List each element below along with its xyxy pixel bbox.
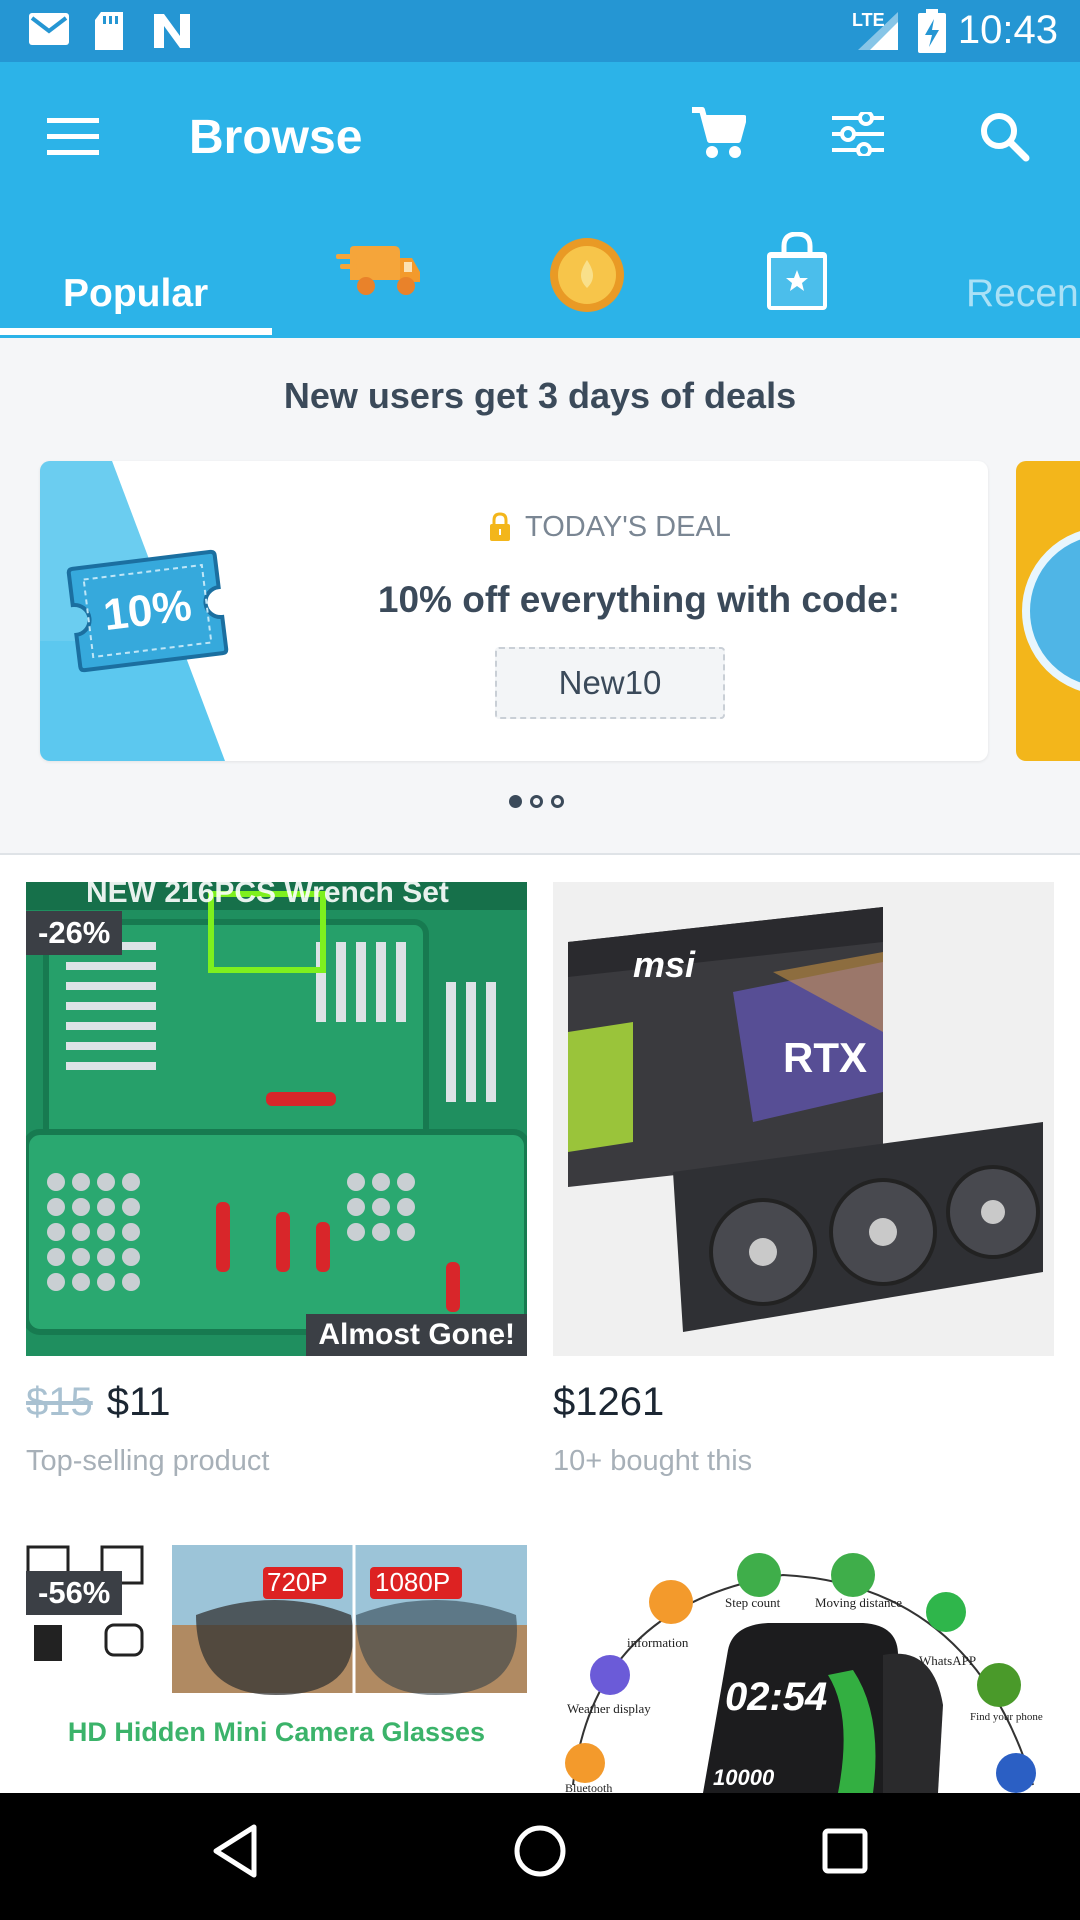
app-bar: Browse Popular Recen: [0, 62, 1080, 338]
menu-icon[interactable]: [47, 116, 99, 156]
filter-icon[interactable]: [832, 112, 884, 156]
recents-icon[interactable]: [820, 1823, 870, 1879]
feature-label: Find your phone: [970, 1711, 1043, 1723]
search-icon[interactable]: [980, 112, 1030, 162]
deal-card[interactable]: 10% TODAY'S DEAL 10% off everything with…: [40, 461, 988, 761]
promo-code[interactable]: New10: [495, 647, 725, 719]
band-time-display: 02:54: [725, 1675, 828, 1719]
deal-title: 10% off everything with code:: [377, 579, 901, 620]
feature-label: WhatsAPP: [919, 1653, 977, 1668]
banner-heading: New users get 3 days of deals: [283, 375, 797, 416]
resolution-label: 1080P: [375, 1567, 451, 1597]
sale-price: $11: [106, 1380, 171, 1424]
original-price: $15: [26, 1380, 93, 1424]
next-deal-card-peek[interactable]: [1016, 461, 1080, 761]
lock-icon: [490, 512, 510, 541]
carousel-dot[interactable]: [509, 795, 522, 808]
page-title: Browse: [189, 111, 363, 164]
system-nav-bar: [0, 1793, 1080, 1920]
product-note: 10+ bought this: [553, 1445, 753, 1477]
feature-label: Weather display: [567, 1701, 651, 1716]
carousel-dot[interactable]: [551, 795, 564, 808]
gmail-icon: [29, 13, 69, 45]
graphics-card-image: msi RTX: [568, 907, 1043, 1332]
feature-label: Step count: [725, 1595, 781, 1610]
home-icon[interactable]: [513, 1823, 567, 1879]
smart-band-image: [565, 1553, 1036, 1793]
signal-icon: [858, 12, 898, 50]
tab-popular[interactable]: Popular: [0, 258, 272, 338]
feature-label: Bluetooth: [565, 1781, 613, 1793]
product-card-smart-band[interactable]: 02:54 10000 Step count Moving distance i…: [553, 1545, 1054, 1793]
product-card-camera-glasses[interactable]: 720P 1080P HD Hidden Mini Camera Glasses…: [26, 1545, 527, 1793]
clock: 10:43: [957, 8, 1058, 52]
price-row: $15 $11: [26, 1380, 171, 1425]
product-image-title: NEW 216PCS Wrench Set: [86, 882, 449, 909]
carousel-dot[interactable]: [530, 795, 543, 808]
back-icon[interactable]: [210, 1823, 260, 1879]
sd-card-icon: [95, 12, 123, 50]
feature-label: information: [627, 1635, 689, 1650]
status-bar: LTE 10:43: [0, 0, 1080, 62]
truck-icon[interactable]: [336, 240, 422, 302]
band-steps-display: 10000: [713, 1765, 775, 1790]
deal-label: TODAY'S DEAL: [525, 511, 731, 543]
carousel-dots: [505, 795, 568, 813]
resolution-label: 720P: [267, 1567, 328, 1597]
product-card-graphics-card[interactable]: msi RTX: [553, 882, 1054, 1356]
feature-label: Moving distance: [815, 1595, 903, 1610]
n-app-icon: [154, 14, 190, 48]
svg-text:RTX: RTX: [783, 1034, 867, 1081]
product-note: Top-selling product: [26, 1445, 270, 1477]
tab-popular-label: Popular: [63, 272, 209, 315]
discount-badge: -26%: [26, 911, 123, 955]
sale-price: $1261: [553, 1380, 665, 1424]
svg-text:msi: msi: [633, 944, 696, 985]
tab-indicator: [0, 328, 272, 335]
price-row: $1261: [553, 1380, 664, 1425]
product-card-wrench-set[interactable]: NEW 216PCS Wrench Set -26% Almost Gone!: [26, 882, 527, 1356]
battery-charging-icon: [918, 9, 946, 53]
clock-art-icon: [1022, 531, 1080, 691]
tab-recent[interactable]: Recen: [966, 272, 1079, 316]
cart-icon[interactable]: [690, 106, 746, 160]
almost-gone-tag: Almost Gone!: [306, 1314, 527, 1356]
shopping-bag-star-icon[interactable]: [764, 232, 830, 312]
discount-badge: -56%: [26, 1571, 123, 1615]
coin-icon[interactable]: [548, 236, 626, 314]
product-caption: HD Hidden Mini Camera Glasses: [67, 1717, 486, 1747]
